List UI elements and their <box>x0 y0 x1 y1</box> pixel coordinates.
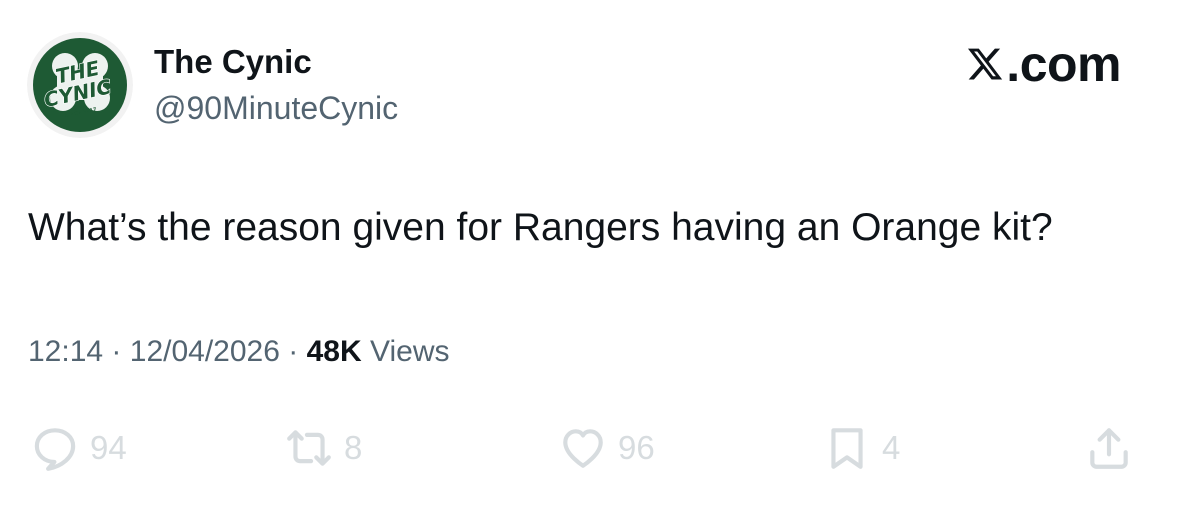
tweet-meta: 12:14 · 12/04/2026 · 48K Views <box>28 333 449 371</box>
share-icon <box>1090 428 1128 469</box>
x-logo-icon <box>968 48 1003 80</box>
the-cynic-logo-icon: THE CYNIC SINCE 2017 <box>27 32 133 138</box>
action-bar: 94 8 96 4 <box>0 418 1179 478</box>
x-com-brand: .com <box>966 38 1121 90</box>
like-button[interactable]: 96 <box>558 418 655 478</box>
display-name[interactable]: The Cynic <box>154 42 312 82</box>
user-handle[interactable]: @90MinuteCynic <box>154 89 398 127</box>
bookmark-count: 4 <box>882 429 901 466</box>
tweet-date[interactable]: 12/04/2026 <box>130 335 280 368</box>
bookmark-button[interactable]: 4 <box>822 418 900 478</box>
views-label: Views <box>370 335 450 368</box>
brand-domain-text: .com <box>1006 36 1121 92</box>
share-button[interactable] <box>1084 418 1134 478</box>
repost-button[interactable]: 8 <box>284 418 362 478</box>
reply-count: 94 <box>90 429 127 466</box>
reply-button[interactable]: 94 <box>30 418 127 478</box>
meta-separator: · <box>288 335 299 368</box>
reply-icon <box>34 428 76 471</box>
repost-icon <box>287 430 331 466</box>
tweet-text: What’s the reason given for Rangers havi… <box>28 206 1053 249</box>
views-count: 48K <box>306 335 362 368</box>
heart-icon <box>563 429 603 468</box>
like-count: 96 <box>618 429 655 466</box>
meta-separator: · <box>111 335 122 368</box>
tweet-time[interactable]: 12:14 <box>28 335 103 368</box>
avatar[interactable]: THE CYNIC SINCE 2017 <box>27 32 133 138</box>
repost-count: 8 <box>344 429 363 466</box>
bookmark-icon <box>831 428 863 469</box>
